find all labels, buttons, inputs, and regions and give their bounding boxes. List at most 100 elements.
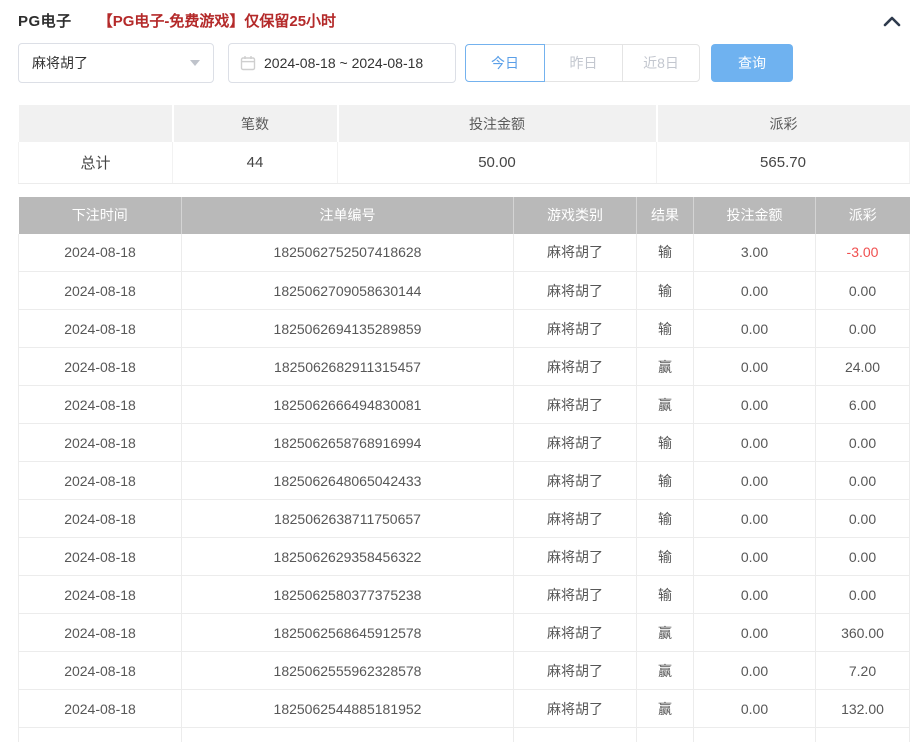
cell-result: 赢 bbox=[636, 385, 694, 424]
table-row: 2024-08-18 1825062752507418628 麻将胡了 输 3.… bbox=[18, 233, 910, 272]
quick-button-last8days[interactable]: 近8日 bbox=[622, 44, 700, 82]
cell-bet-amount: 0.00 bbox=[693, 271, 816, 310]
cell-payout: 0.00 bbox=[815, 271, 910, 310]
table-row: 2024-08-18 1825062682911315457 麻将胡了 赢 0.… bbox=[18, 347, 910, 386]
cell-bet-amount: 0.00 bbox=[693, 689, 816, 728]
cell-result: 赢 bbox=[636, 613, 694, 652]
game-select-value: 麻将胡了 bbox=[32, 55, 88, 71]
cell-bet-time: 2024-08-18 bbox=[18, 575, 182, 614]
date-range-input[interactable]: 2024-08-18 ~ 2024-08-18 bbox=[228, 43, 456, 83]
cell-payout: 0.00 bbox=[815, 499, 910, 538]
cell-bet-id: 1825062544885181952 bbox=[181, 689, 514, 728]
cell-payout: 0.00 bbox=[815, 537, 910, 576]
cell-bet-time: 2024-08-18 bbox=[18, 689, 182, 728]
cell-bet-amount: 0.00 bbox=[693, 613, 816, 652]
summary-header-row: 笔数 投注金额 派彩 bbox=[18, 105, 910, 142]
cell-result: 输 bbox=[636, 309, 694, 348]
cell-result: 输 bbox=[636, 499, 694, 538]
cell-bet-amount: 0.00 bbox=[693, 651, 816, 690]
panel-header: PG电子 【PG电子-免费游戏】仅保留25小时 bbox=[18, 0, 910, 30]
table-row: 2024-08-18 1825062638711750657 麻将胡了 输 0.… bbox=[18, 499, 910, 538]
cell-result: 赢 bbox=[636, 689, 694, 728]
cell-bet-time: 2024-08-18 bbox=[18, 385, 182, 424]
cell-bet-time: 2024-08-18 bbox=[18, 309, 182, 348]
chevron-down-icon bbox=[190, 60, 200, 66]
cell-bet-time: 2024-08-18 bbox=[18, 271, 182, 310]
cell-bet-amount: 0.00 bbox=[693, 537, 816, 576]
cell-bet-id: 1825062682911315457 bbox=[181, 347, 514, 386]
cell-bet-amount: 0.00 bbox=[693, 423, 816, 462]
cell-bet-id: 1825062648065042433 bbox=[181, 461, 514, 500]
column-header-bet-id: 注单编号 bbox=[181, 196, 514, 234]
cell-result: 输 bbox=[636, 271, 694, 310]
cell-bet-amount: 0.00 bbox=[693, 575, 816, 614]
summary-total-row: 总计 44 50.00 565.70 bbox=[18, 142, 910, 184]
cell-bet-id: 1825062752507418628 bbox=[181, 233, 514, 272]
cell-bet-id: 1825062580377375238 bbox=[181, 575, 514, 614]
cell-bet-time: 2024-08-18 bbox=[18, 347, 182, 386]
cell-result: 输 bbox=[636, 461, 694, 500]
cell-bet-amount: 0.00 bbox=[693, 309, 816, 348]
quick-button-yesterday[interactable]: 昨日 bbox=[545, 44, 623, 82]
search-button[interactable]: 查询 bbox=[711, 44, 793, 82]
bet-table-body: 2024-08-18 1825062752507418628 麻将胡了 输 3.… bbox=[18, 233, 910, 742]
cell-result: 输 bbox=[636, 575, 694, 614]
cell-result: 输 bbox=[636, 423, 694, 462]
table-row: 2024-08-18 1825062694135289859 麻将胡了 输 0.… bbox=[18, 309, 910, 348]
table-row: 2024-08-18 1825062580377375238 麻将胡了 输 0.… bbox=[18, 575, 910, 614]
cell-payout bbox=[815, 727, 910, 742]
cell-bet-id: 1825062694135289859 bbox=[181, 309, 514, 348]
table-row: 2024-08-18 1825062568645912578 麻将胡了 赢 0.… bbox=[18, 613, 910, 652]
cell-game-type: 麻将胡了 bbox=[513, 233, 637, 272]
table-row: 2024-08-18 1825062544885181952 麻将胡了 赢 0.… bbox=[18, 689, 910, 728]
cell-bet-time bbox=[18, 727, 182, 742]
table-row: 2024-08-18 1825062648065042433 麻将胡了 输 0.… bbox=[18, 461, 910, 500]
quick-button-today[interactable]: 今日 bbox=[465, 44, 545, 82]
cell-bet-time: 2024-08-18 bbox=[18, 499, 182, 538]
cell-game-type: 麻将胡了 bbox=[513, 575, 637, 614]
cell-payout: 6.00 bbox=[815, 385, 910, 424]
retention-notice: 【PG电子-免费游戏】仅保留25小时 bbox=[97, 13, 337, 30]
cell-bet-id: 1825062709058630144 bbox=[181, 271, 514, 310]
cell-payout: 360.00 bbox=[815, 613, 910, 652]
cell-payout: 24.00 bbox=[815, 347, 910, 386]
column-header-bet-time: 下注时间 bbox=[18, 196, 182, 234]
cell-result: 赢 bbox=[636, 651, 694, 690]
table-row bbox=[18, 727, 910, 742]
summary-header-count: 笔数 bbox=[172, 105, 339, 142]
cell-payout: 0.00 bbox=[815, 423, 910, 462]
cell-payout: 0.00 bbox=[815, 575, 910, 614]
column-header-bet-amount: 投注金额 bbox=[693, 196, 816, 234]
cell-payout: 7.20 bbox=[815, 651, 910, 690]
date-range-value: 2024-08-18 ~ 2024-08-18 bbox=[264, 55, 424, 71]
cell-result: 输 bbox=[636, 537, 694, 576]
summary-total-bet-amount: 50.00 bbox=[337, 142, 657, 184]
cell-bet-id: 1825062666494830081 bbox=[181, 385, 514, 424]
chevron-up-icon bbox=[883, 16, 901, 26]
cell-game-type: 麻将胡了 bbox=[513, 651, 637, 690]
cell-bet-time: 2024-08-18 bbox=[18, 651, 182, 690]
table-row: 2024-08-18 1825062658768916994 麻将胡了 输 0.… bbox=[18, 423, 910, 462]
cell-bet-amount: 0.00 bbox=[693, 461, 816, 500]
panel-title: PG电子 bbox=[18, 13, 72, 30]
collapse-panel-button[interactable] bbox=[882, 11, 902, 31]
cell-bet-amount bbox=[693, 727, 816, 742]
table-row: 2024-08-18 1825062629358456322 麻将胡了 输 0.… bbox=[18, 537, 910, 576]
cell-result: 输 bbox=[636, 233, 694, 272]
cell-bet-amount: 0.00 bbox=[693, 385, 816, 424]
game-select[interactable]: 麻将胡了 bbox=[18, 43, 214, 83]
cell-payout: -3.00 bbox=[815, 233, 910, 272]
cell-game-type: 麻将胡了 bbox=[513, 537, 637, 576]
table-row: 2024-08-18 1825062709058630144 麻将胡了 输 0.… bbox=[18, 271, 910, 310]
cell-bet-id: 1825062629358456322 bbox=[181, 537, 514, 576]
column-header-payout: 派彩 bbox=[815, 196, 910, 234]
cell-bet-amount: 0.00 bbox=[693, 499, 816, 538]
table-row: 2024-08-18 1825062555962328578 麻将胡了 赢 0.… bbox=[18, 651, 910, 690]
cell-game-type: 麻将胡了 bbox=[513, 461, 637, 500]
cell-payout: 0.00 bbox=[815, 461, 910, 500]
cell-game-type: 麻将胡了 bbox=[513, 689, 637, 728]
quick-date-button-group: 今日 昨日 近8日 bbox=[465, 44, 700, 82]
cell-bet-id: 1825062568645912578 bbox=[181, 613, 514, 652]
cell-game-type: 麻将胡了 bbox=[513, 309, 637, 348]
cell-bet-id: 1825062638711750657 bbox=[181, 499, 514, 538]
